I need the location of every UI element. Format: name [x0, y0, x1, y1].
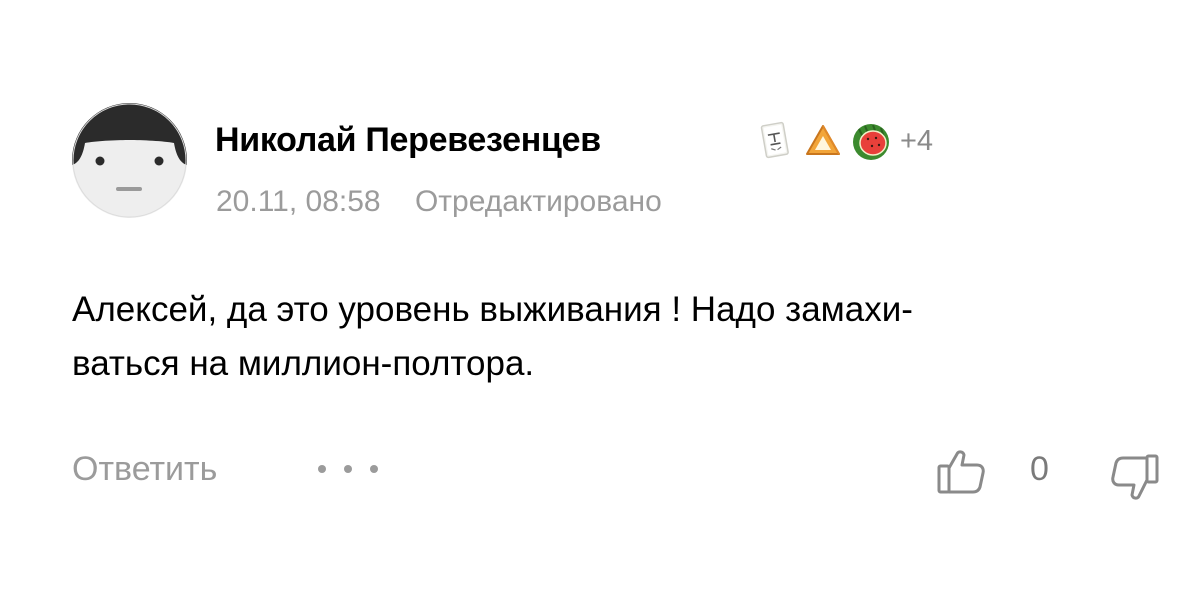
comment-text: Алексей, да это уровень выживания ! Надо… [72, 283, 1152, 391]
like-count: 0 [1030, 450, 1049, 488]
badges[interactable]: +4 [752, 117, 933, 165]
thumbs-down-icon[interactable] [1108, 452, 1160, 504]
more-dots-icon[interactable] [318, 454, 378, 484]
book-badge-icon[interactable] [752, 118, 798, 164]
badges-more-count[interactable]: +4 [900, 125, 933, 158]
author-name[interactable]: Николай Перевезенцев [215, 121, 601, 160]
thumbs-up-icon[interactable] [936, 446, 988, 498]
comment-text-line: Алексей, да это уровень выживания ! Надо… [72, 290, 913, 329]
author-avatar[interactable] [72, 103, 187, 218]
comment-text-line: ваться на миллион-полтора. [72, 344, 535, 383]
comment-datetime: 20.11, 08:58 [216, 185, 381, 218]
edited-label: Отредактировано [414, 185, 662, 218]
watermelon-badge-icon[interactable] [848, 118, 894, 164]
comment-meta: 20.11, 08:58 Отредактировано [216, 185, 662, 219]
face-avatar-icon [72, 103, 187, 218]
comment: Николай Перевезенцев +4 20.11, 08:58 Отр… [0, 0, 1200, 612]
triangle-pastry-badge-icon[interactable] [800, 118, 846, 164]
reply-button[interactable]: Ответить [72, 450, 217, 489]
